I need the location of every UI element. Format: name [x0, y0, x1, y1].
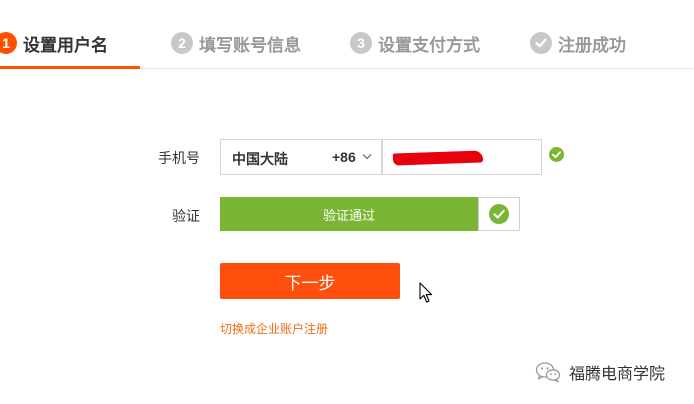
step-1-label: 设置用户名: [23, 35, 108, 55]
step-3-number: 3: [350, 32, 372, 54]
next-step-button[interactable]: 下一步: [220, 263, 400, 299]
country-select[interactable]: 中国大陆 +86: [220, 139, 382, 175]
verify-handle[interactable]: [478, 197, 520, 231]
phone-valid-icon: [549, 147, 564, 162]
chevron-down-icon: [362, 154, 372, 160]
switch-to-business-account-link[interactable]: 切换成企业账户注册: [220, 320, 328, 337]
step-3: 3 设置支付方式: [350, 30, 480, 56]
check-icon: [530, 32, 552, 54]
step-2: 2 填写账号信息: [171, 30, 301, 56]
phone-input[interactable]: [382, 139, 542, 175]
step-3-label: 设置支付方式: [378, 35, 480, 55]
watermark: 福腾电商学院: [535, 359, 665, 385]
mouse-cursor-icon: [419, 282, 433, 303]
step-1-number: 1: [0, 32, 17, 54]
step-1: 1 设置用户名: [0, 30, 108, 56]
country-code: +86: [332, 149, 356, 165]
registration-steps: 1 设置用户名 2 填写账号信息 3 设置支付方式 注册成功: [0, 0, 694, 69]
country-name: 中国大陆: [232, 151, 288, 167]
phone-label: 手机号: [158, 150, 200, 166]
verify-label: 验证: [172, 208, 200, 224]
step-2-number: 2: [171, 32, 193, 54]
wechat-icon: [535, 362, 561, 383]
step-4-label: 注册成功: [558, 35, 626, 55]
redaction-mark: [392, 150, 484, 166]
active-step-indicator: [0, 66, 140, 69]
verify-slider[interactable]: 验证通过: [220, 197, 478, 231]
step-4: 注册成功: [530, 30, 626, 56]
watermark-text: 福腾电商学院: [569, 366, 666, 383]
verify-status: 验证通过: [322, 207, 375, 223]
verified-check-icon: [489, 204, 509, 224]
step-2-label: 填写账号信息: [199, 35, 301, 55]
